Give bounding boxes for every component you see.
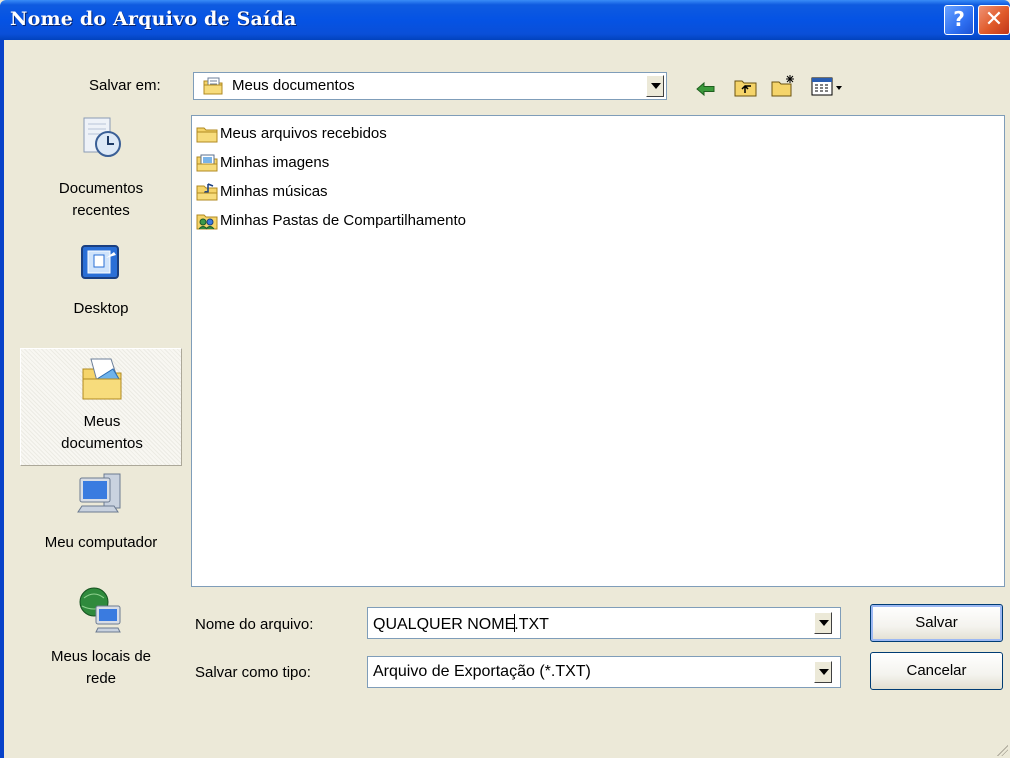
file-name: Minhas Pastas de Compartilhamento bbox=[220, 212, 466, 229]
place-label-my-computer: Meu computador bbox=[44, 534, 158, 551]
music-folder-icon bbox=[196, 183, 218, 201]
desktop-icon bbox=[76, 240, 126, 290]
place-recent-documents[interactable]: Documentos recentes bbox=[20, 112, 182, 234]
view-menu-icon[interactable] bbox=[811, 77, 845, 101]
recent-documents-icon bbox=[76, 112, 126, 162]
cancel-button[interactable]: Cancelar bbox=[870, 652, 1003, 690]
title-bar[interactable]: Nome do Arquivo de Saída ? ✕ bbox=[0, 0, 1010, 40]
filetype-label: Salvar como tipo: bbox=[195, 664, 311, 681]
filename-value-end: .TXT bbox=[514, 616, 549, 633]
folder-icon bbox=[196, 127, 218, 143]
my-computer-icon bbox=[76, 470, 126, 520]
place-desktop[interactable]: Desktop bbox=[20, 240, 182, 334]
filename-value: QUALQUER NOME.TXT bbox=[373, 614, 549, 634]
filetype-dropdown[interactable]: Arquivo de Exportação (*.TXT) bbox=[367, 656, 841, 688]
my-documents-icon bbox=[77, 355, 127, 405]
dropdown-arrow-icon[interactable] bbox=[814, 661, 832, 683]
window-border-left bbox=[0, 40, 4, 758]
filename-input[interactable]: QUALQUER NOME.TXT bbox=[367, 607, 841, 639]
shared-folder-icon bbox=[196, 214, 218, 230]
back-arrow-icon[interactable] bbox=[695, 80, 717, 102]
place-label-desktop: Desktop bbox=[73, 300, 129, 317]
close-button[interactable]: ✕ bbox=[978, 5, 1010, 35]
file-name: Minhas imagens bbox=[220, 154, 330, 171]
help-button[interactable]: ? bbox=[944, 5, 974, 35]
dropdown-arrow-icon[interactable] bbox=[646, 75, 664, 97]
network-places-icon bbox=[76, 584, 126, 634]
file-list[interactable]: Meus arquivos recebidos Minhas imagens M… bbox=[191, 115, 1005, 587]
filename-label: Nome do arquivo: bbox=[195, 616, 314, 633]
my-documents-small-icon bbox=[202, 76, 224, 100]
filetype-value: Arquivo de Exportação (*.TXT) bbox=[373, 663, 591, 680]
place-network[interactable]: Meus locais de rede bbox=[20, 584, 182, 694]
place-my-computer[interactable]: Meu computador bbox=[20, 470, 182, 562]
new-folder-icon[interactable] bbox=[771, 74, 797, 102]
save-in-value: Meus documentos bbox=[232, 77, 355, 94]
save-in-dropdown[interactable]: Meus documentos bbox=[193, 72, 667, 100]
place-label-network: Meus locais de rede bbox=[50, 648, 152, 687]
save-in-label: Salvar em: bbox=[89, 77, 161, 94]
window-title: Nome do Arquivo de Saída bbox=[10, 8, 297, 30]
file-name: Meus arquivos recebidos bbox=[220, 125, 387, 142]
pictures-folder-icon bbox=[196, 154, 218, 172]
place-my-documents[interactable]: Meus documentos bbox=[20, 348, 182, 466]
save-button[interactable]: Salvar bbox=[870, 604, 1003, 642]
dropdown-arrow-icon[interactable] bbox=[814, 612, 832, 634]
resize-grip[interactable] bbox=[994, 742, 1008, 756]
up-one-level-icon[interactable] bbox=[734, 76, 758, 102]
file-name: Minhas músicas bbox=[220, 183, 328, 200]
places-bar: Documentos recentes Desktop Meus documento… bbox=[20, 112, 182, 712]
place-label-recent: Documentos recentes bbox=[58, 180, 144, 219]
place-label-my-documents: Meus documentos bbox=[61, 413, 143, 452]
filename-value-start: QUALQUER NOME bbox=[373, 616, 516, 633]
